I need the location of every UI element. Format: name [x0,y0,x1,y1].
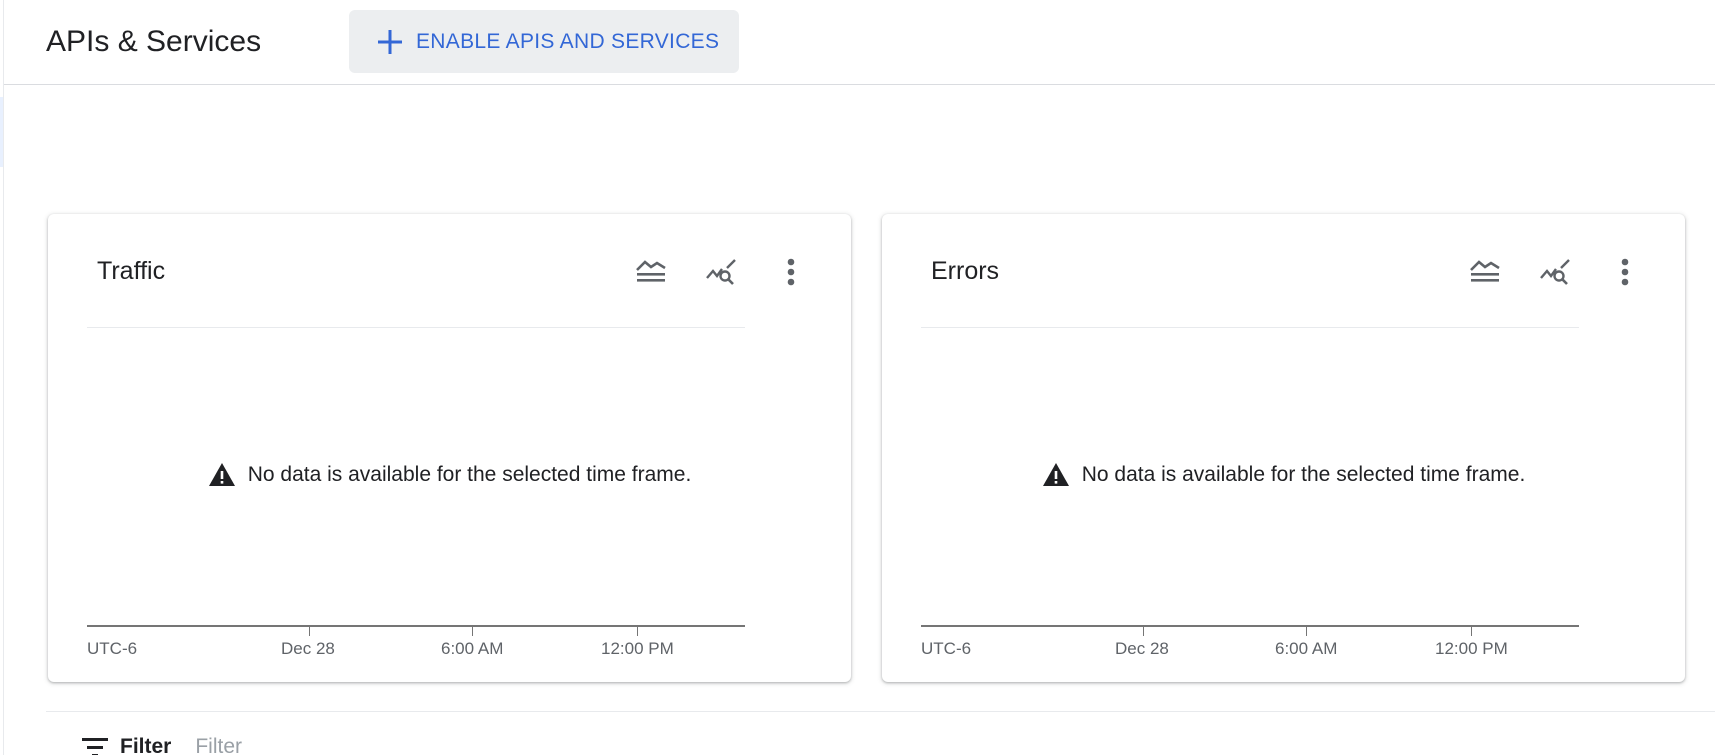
traffic-chart-card: Traffic No data is available for the sel… [48,214,851,682]
x-axis-line [921,625,1579,627]
more-options-icon[interactable] [1605,252,1645,292]
explore-chart-icon[interactable] [1535,252,1575,292]
section-divider [46,711,1715,712]
page-title: APIs & Services [46,25,262,58]
left-rail-highlight [0,97,3,167]
filter-bar: Filter [82,732,496,755]
no-data-notice: No data is available for the selected ti… [882,462,1685,488]
traffic-card-title: Traffic [97,257,166,285]
timezone-label: UTC-6 [87,639,138,658]
card-divider [87,327,745,328]
no-data-notice: No data is available for the selected ti… [48,462,851,488]
enable-apis-button-label: ENABLE APIS AND SERVICES [416,29,720,53]
x-tick-label: 12:00 PM [1435,639,1508,658]
x-axis-line [87,625,745,627]
legend-toggle-icon[interactable] [1465,252,1505,292]
warning-icon [1042,462,1070,488]
no-data-message: No data is available for the selected ti… [247,463,692,486]
left-rail-divider [3,0,4,755]
card-divider [921,327,1579,328]
warning-icon [208,462,236,488]
errors-chart-card: Errors No data is available for the sele… [882,214,1685,682]
x-axis-tick [309,626,310,636]
x-axis-tick [1143,626,1144,636]
plus-icon [376,28,404,56]
no-data-message: No data is available for the selected ti… [1081,463,1526,486]
x-tick-label: 6:00 AM [1275,639,1338,658]
explore-chart-icon[interactable] [701,252,741,292]
more-options-icon[interactable] [771,252,811,292]
enable-apis-button[interactable]: ENABLE APIS AND SERVICES [349,10,739,73]
timezone-label: UTC-6 [921,639,972,658]
x-axis-tick [472,626,473,636]
filter-label: Filter [120,735,172,755]
legend-toggle-icon[interactable] [631,252,671,292]
filter-icon[interactable] [82,737,108,755]
x-tick-label: Dec 28 [281,639,335,658]
x-tick-label: 6:00 AM [441,639,504,658]
page-header: APIs & Services ENABLE APIS AND SERVICES [4,0,1715,85]
x-tick-label: 12:00 PM [601,639,674,658]
x-tick-label: Dec 28 [1115,639,1169,658]
errors-card-title: Errors [931,257,1000,285]
x-axis-tick [1471,626,1472,636]
x-axis-tick [637,626,638,636]
page: APIs & Services ENABLE APIS AND SERVICES… [0,0,1715,755]
x-axis-tick [1306,626,1307,636]
filter-input[interactable] [195,735,496,755]
